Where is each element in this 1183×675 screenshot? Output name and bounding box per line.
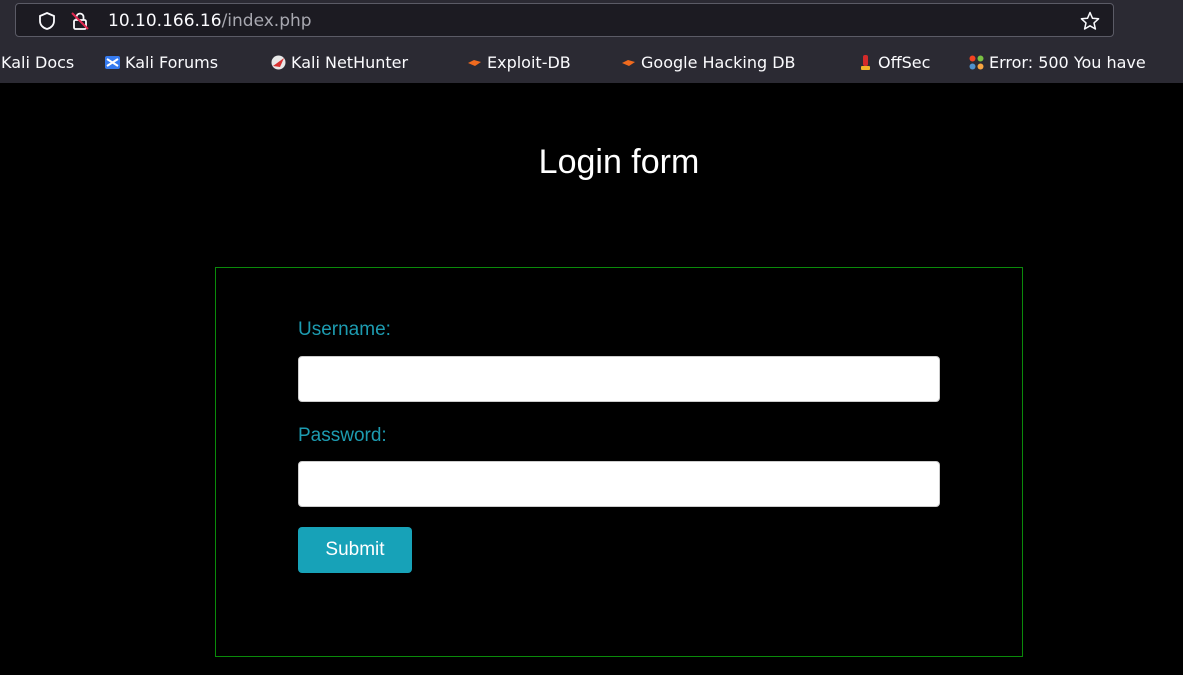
bookmark-kali-forums[interactable]: Kali Forums bbox=[104, 52, 218, 74]
bookmark-label: Exploit-DB bbox=[487, 53, 571, 72]
page-title: Login form bbox=[538, 143, 700, 181]
bookmarks-toolbar: Kali Docs Kali Forums Kali NetHunter Exp… bbox=[0, 44, 1183, 82]
tracking-protection-shield-icon[interactable] bbox=[37, 11, 57, 31]
offsec-icon bbox=[861, 55, 870, 70]
bookmark-label: Error: 500 You have bbox=[989, 53, 1146, 72]
url-path: /index.php bbox=[221, 11, 312, 31]
bookmark-star-icon[interactable] bbox=[1079, 10, 1101, 32]
kali-nethunter-icon bbox=[271, 55, 286, 70]
username-input[interactable] bbox=[298, 356, 940, 402]
google-hacking-db-icon bbox=[622, 60, 635, 66]
password-input[interactable] bbox=[298, 461, 940, 507]
username-label: Username: bbox=[298, 319, 391, 340]
bookmark-offsec[interactable]: OffSec bbox=[857, 52, 930, 74]
bookmark-kali-docs[interactable]: Kali Docs bbox=[1, 52, 74, 74]
bookmark-label: Kali Forums bbox=[125, 53, 219, 72]
bookmark-error-500[interactable]: Error: 500 You have bbox=[968, 52, 1146, 74]
exploit-db-icon bbox=[468, 60, 481, 66]
url-text[interactable]: 10.10.166.16/index.php bbox=[108, 10, 312, 32]
joomla-icon bbox=[969, 55, 984, 70]
bookmark-exploit-db[interactable]: Exploit-DB bbox=[466, 52, 571, 74]
url-host: 10.10.166.16 bbox=[108, 11, 222, 31]
password-label: Password: bbox=[298, 425, 387, 446]
kali-forums-icon bbox=[105, 56, 120, 69]
bookmark-google-hacking-db[interactable]: Google Hacking DB bbox=[620, 52, 796, 74]
bookmark-label: Kali NetHunter bbox=[291, 53, 409, 72]
submit-button[interactable]: Submit bbox=[298, 527, 412, 573]
bookmark-kali-nethunter[interactable]: Kali NetHunter bbox=[270, 52, 408, 74]
insecure-lock-icon[interactable] bbox=[69, 10, 91, 32]
bookmark-label: Kali Docs bbox=[1, 53, 75, 72]
browser-toolbar: 10.10.166.16/index.php Kali Docs Kali Fo… bbox=[0, 0, 1183, 83]
bookmark-label: Google Hacking DB bbox=[641, 53, 796, 72]
bookmark-label: OffSec bbox=[878, 53, 931, 72]
address-bar[interactable]: 10.10.166.16/index.php bbox=[15, 3, 1114, 37]
